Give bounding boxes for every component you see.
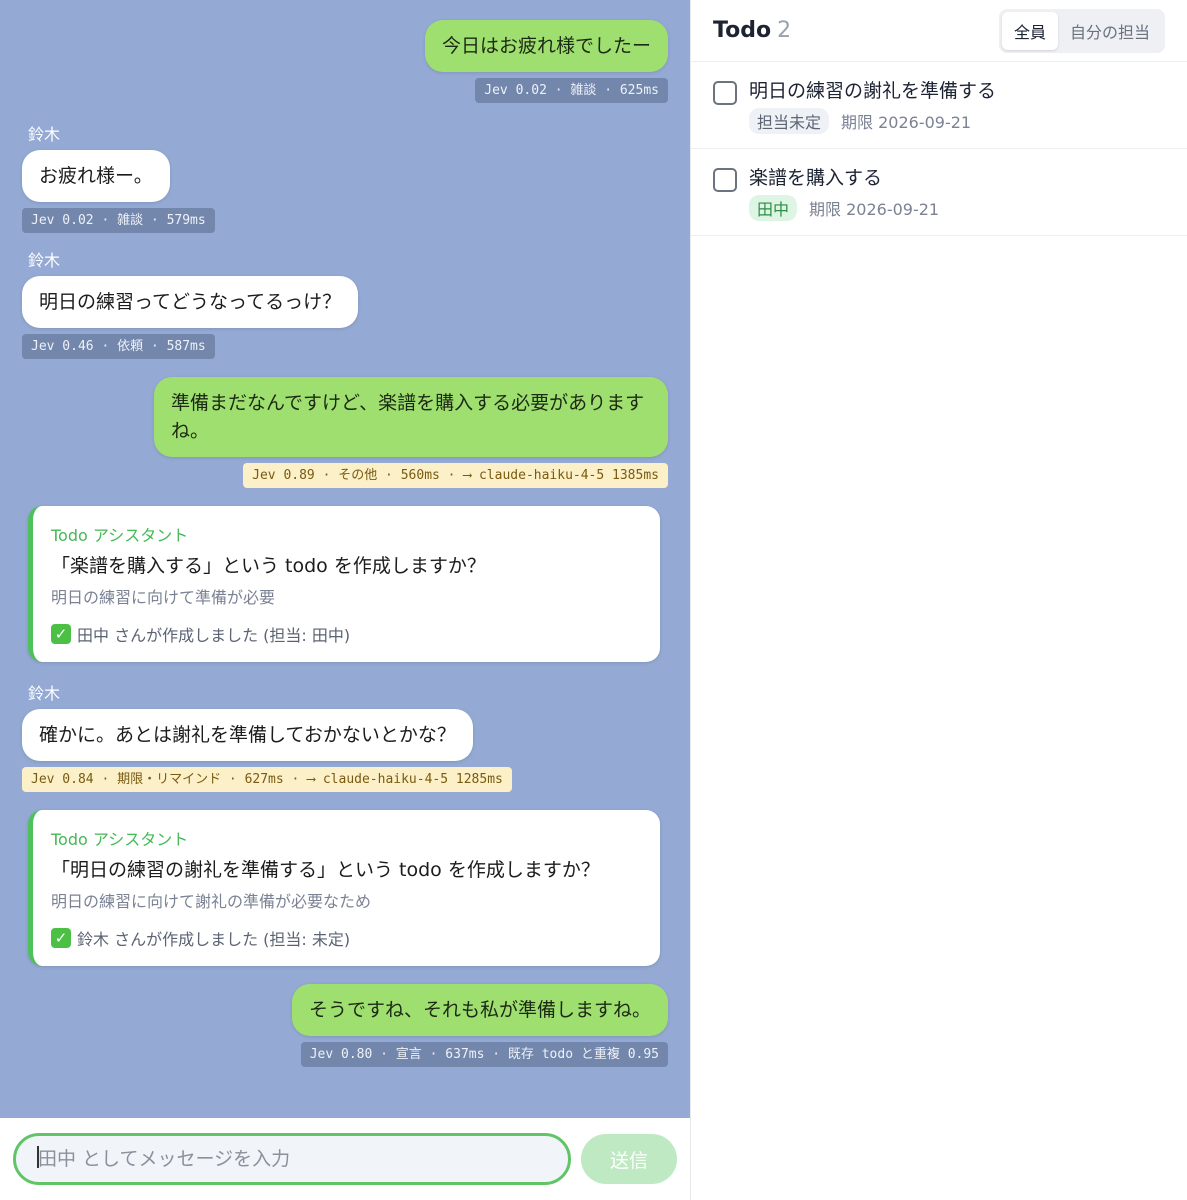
todo-content: 楽譜を購入する田中 期限 2026-09-21: [749, 165, 939, 221]
todo-text: 楽譜を購入する: [749, 167, 883, 189]
assistant-card-row: Todo アシスタント「明日の練習の謝礼を準備する」という todo を作成しま…: [22, 810, 668, 966]
todo-header: Todo 2 全員 自分の担当: [691, 0, 1187, 62]
other-message: 鈴木明日の練習ってどうなってるっけ？ Jev 0.46 · 依頼 · 587ms: [22, 247, 668, 359]
composer: 送信: [0, 1118, 690, 1200]
message-bubble: そうですね、それも私が準備しますね。: [291, 984, 668, 1036]
sender-name: 鈴木: [28, 125, 61, 144]
assistant-status: ✓ 鈴木 さんが作成しました (担当: 未定): [51, 926, 640, 950]
message-meta: Jev 0.80 · 宣言 · 637ms · 既存 todo と重複 0.95: [300, 1042, 668, 1067]
message-meta: Jev 0.84 · 期限・リマインド · 627ms · ⟶ claude-h…: [22, 767, 512, 792]
assistant-status-text: 田中 さんが作成しました (担当: 田中): [77, 626, 351, 645]
message-bubble: 準備まだなんですけど、楽譜を購入する必要がありますね。: [154, 377, 668, 457]
message-bubble: 確かに。あとは謝礼を準備しておかないとかな？: [22, 709, 473, 761]
message-bubble: 明日の練習ってどうなってるっけ？: [22, 276, 359, 328]
todo-meta: 担当未定 期限 2026-09-21: [749, 108, 996, 134]
assignee-badge: 担当未定: [749, 108, 830, 134]
assistant-card-row: Todo アシスタント「楽譜を購入する」という todo を作成しますか？ 明日の…: [22, 506, 668, 662]
todo-assistant-card: Todo アシスタント「楽譜を購入する」という todo を作成しますか？ 明日の…: [28, 506, 660, 662]
message-bubble: お疲れ様ー。: [22, 150, 170, 202]
message-bubble: 今日はお疲れ様でしたー: [424, 20, 668, 72]
message-meta: Jev 0.02 · 雑談 · 579ms: [22, 208, 215, 233]
other-message: 鈴木お疲れ様ー。 Jev 0.02 · 雑談 · 579ms: [22, 121, 668, 233]
my-message: 準備まだなんですけど、楽譜を購入する必要がありますね。 Jev 0.89 · その…: [22, 377, 668, 488]
todo-pane: Todo 2 全員 自分の担当 明日の練習の謝礼を準備する 担当未定 期限 2026-…: [690, 0, 1187, 1200]
assistant-reason: 明日の練習に向けて準備が必要: [51, 588, 276, 607]
assignee-filter: 全員 自分の担当: [998, 8, 1165, 53]
todo-meta: 田中 期限 2026-09-21: [749, 195, 939, 221]
filter-all-button[interactable]: 全員: [1001, 11, 1058, 50]
sender-name: 鈴木: [28, 251, 61, 270]
filter-mine-button[interactable]: 自分の担当: [1058, 12, 1162, 50]
todo-title: Todo 2: [713, 18, 791, 43]
sender-name: 鈴木: [28, 684, 61, 703]
assistant-title: Todo アシスタント: [51, 526, 189, 545]
message-list[interactable]: 今日はお疲れ様でしたー Jev 0.02 · 雑談 · 625ms 鈴木 お疲れ様ー。…: [0, 0, 690, 1118]
todo-count: 2: [777, 18, 792, 43]
message-meta: Jev 0.02 · 雑談 · 625ms: [475, 78, 668, 103]
my-message: そうですね、それも私が準備しますね。 Jev 0.80 · 宣言 · 637ms …: [22, 984, 668, 1067]
due-date: 期限 2026-09-21: [841, 113, 972, 132]
todo-item[interactable]: 楽譜を購入する田中 期限 2026-09-21: [691, 149, 1187, 236]
text-caret: [37, 1146, 39, 1168]
todo-checkbox[interactable]: [713, 168, 737, 192]
assistant-question: 「楽譜を購入する」という todo を作成しますか？: [51, 555, 486, 577]
assignee-badge: 田中: [749, 195, 798, 221]
todo-text: 明日の練習の謝礼を準備する: [749, 80, 997, 102]
todo-assistant-card: Todo アシスタント「明日の練習の謝礼を準備する」という todo を作成しま…: [28, 810, 660, 966]
my-message: 今日はお疲れ様でしたー Jev 0.02 · 雑談 · 625ms: [22, 20, 668, 103]
message-meta: Jev 0.89 · その他 · 560ms · ⟶ claude-haiku-…: [243, 463, 668, 488]
assistant-status: ✓ 田中 さんが作成しました (担当: 田中): [51, 622, 640, 646]
assistant-title: Todo アシスタント: [51, 830, 189, 849]
send-button[interactable]: 送信: [581, 1134, 677, 1184]
todo-content: 明日の練習の謝礼を準備する担当未定 期限 2026-09-21: [749, 78, 996, 134]
assistant-status-text: 鈴木 さんが作成しました (担当: 未定): [77, 930, 351, 949]
chat-pane: 今日はお疲れ様でしたー Jev 0.02 · 雑談 · 625ms 鈴木 お疲れ様ー。…: [0, 0, 690, 1200]
message-meta: Jev 0.46 · 依頼 · 587ms: [22, 334, 215, 359]
todo-item[interactable]: 明日の練習の謝礼を準備する担当未定 期限 2026-09-21: [691, 62, 1187, 149]
message-input[interactable]: [13, 1133, 571, 1185]
due-date: 期限 2026-09-21: [809, 200, 940, 219]
check-mark-icon: ✓: [51, 928, 71, 948]
other-message: 鈴木確かに。あとは謝礼を準備しておかないとかな？ Jev 0.84 · 期限・リマ…: [22, 680, 668, 792]
check-mark-icon: ✓: [51, 624, 71, 644]
todo-list: 明日の練習の謝礼を準備する 担当未定 期限 2026-09-21 楽譜を購入する 田中期…: [691, 62, 1187, 236]
assistant-reason: 明日の練習に向けて謝礼の準備が必要なため: [51, 892, 372, 911]
assistant-question: 「明日の練習の謝礼を準備する」という todo を作成しますか？: [51, 859, 600, 881]
todo-title-text: Todo: [713, 18, 772, 43]
todo-checkbox[interactable]: [713, 81, 737, 105]
